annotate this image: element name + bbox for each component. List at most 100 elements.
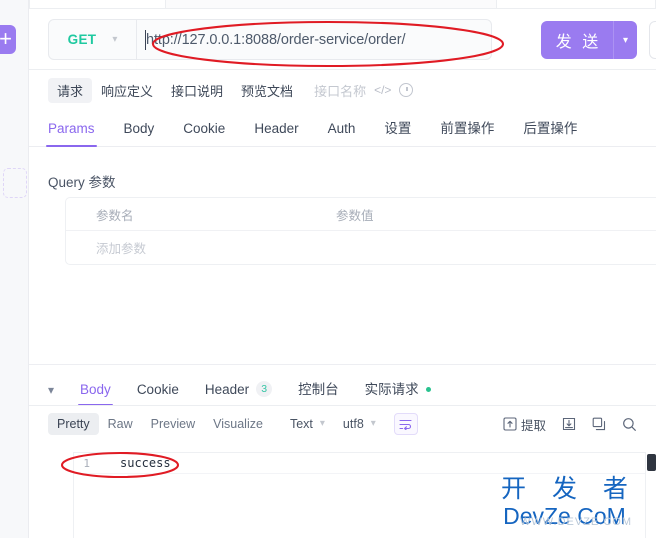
- tab-label: Auth: [328, 121, 356, 136]
- response-body-scrollbar[interactable]: [645, 452, 656, 538]
- query-params-title: Query 参数: [48, 171, 116, 191]
- response-tab-label: Header: [205, 374, 249, 405]
- response-tab-label: 实际请求: [365, 374, 419, 405]
- send-dropdown-chevron-down-icon[interactable]: ▾: [613, 21, 637, 59]
- response-tab-header[interactable]: Header 3: [205, 372, 272, 406]
- scrollbar-thumb[interactable]: [647, 454, 656, 471]
- chevron-down-icon: ▾: [112, 35, 117, 45]
- doc-tab-api-desc[interactable]: 接口说明: [162, 78, 232, 103]
- url-group: GET ▾ http://127.0.0.1:8088/order-servic…: [48, 19, 492, 60]
- tab-auth[interactable]: Auth: [328, 112, 356, 147]
- api-name-placeholder[interactable]: 接口名称: [302, 81, 366, 100]
- doc-tab-preview-doc[interactable]: 预览文档: [232, 78, 302, 103]
- api-client-window: + GET ▾ http://127.0.0.1:8088/order-serv…: [0, 0, 656, 538]
- response-tab-label: 控制台: [298, 374, 339, 405]
- line-number: 1: [74, 457, 96, 470]
- request-tabs: Params Body Cookie Header Auth 设置: [29, 112, 656, 147]
- response-tabs-underline: [29, 405, 656, 406]
- view-mode-pretty[interactable]: Pretty: [48, 413, 99, 435]
- response-tab-console[interactable]: 控制台: [298, 372, 339, 406]
- copy-icon: [592, 417, 606, 431]
- response-tab-label: Cookie: [137, 374, 179, 405]
- extract-button[interactable]: 提取: [503, 415, 546, 434]
- doc-tabs: 请求 响应定义 接口说明 预览文档 接口名称 </>: [48, 78, 413, 102]
- status-dot-icon: [426, 387, 431, 392]
- tab-label: 后置操作: [523, 121, 577, 136]
- method-label: GET: [68, 32, 97, 47]
- view-mode-raw[interactable]: Raw: [99, 413, 142, 435]
- tab-cookie[interactable]: Cookie: [183, 112, 225, 147]
- add-request-label: +: [0, 26, 12, 51]
- table-row-add-param[interactable]: 添加参数: [66, 231, 656, 264]
- response-tab-cookie[interactable]: Cookie: [137, 372, 179, 406]
- view-mode-group: Pretty Raw Preview Visualize: [48, 413, 272, 435]
- query-params-table: 参数名 参数值 添加参数: [65, 197, 656, 265]
- column-header-param-value: 参数值: [336, 205, 374, 224]
- send-button[interactable]: 发 送 ▾: [541, 21, 637, 59]
- view-mode-label: Pretty: [57, 417, 90, 431]
- format-select[interactable]: Text ▾: [290, 417, 325, 431]
- view-mode-label: Visualize: [213, 417, 263, 431]
- tab-params[interactable]: Params: [48, 112, 95, 147]
- tab-label: Header: [254, 121, 298, 136]
- doc-tab-label: 响应定义: [101, 84, 153, 99]
- doc-tab-label: 预览文档: [241, 84, 293, 99]
- tab-settings[interactable]: 设置: [384, 112, 411, 147]
- view-mode-label: Raw: [108, 417, 133, 431]
- response-panel-divider: [29, 364, 656, 365]
- save-button[interactable]: 保: [649, 21, 656, 59]
- tabstrip-segment-left[interactable]: [29, 0, 166, 8]
- window-tabstrip: [29, 0, 656, 9]
- text-caret: [145, 30, 146, 50]
- extract-icon: [503, 417, 517, 431]
- tab-label: Body: [124, 121, 155, 136]
- text-wrap-icon[interactable]: [394, 413, 418, 435]
- header-count-badge: 3: [256, 381, 272, 397]
- response-body-text: success: [96, 456, 171, 470]
- response-body-editor[interactable]: 1 success: [73, 452, 656, 538]
- encoding-select-value: utf8: [343, 417, 364, 431]
- add-request-button[interactable]: +: [0, 25, 16, 54]
- body-toolbar: Pretty Raw Preview Visualize Text ▾ utf8…: [48, 412, 418, 436]
- search-button[interactable]: [622, 417, 637, 432]
- tab-label: Params: [48, 121, 95, 136]
- doc-tab-response-def[interactable]: 响应定义: [92, 78, 162, 103]
- request-bar: GET ▾ http://127.0.0.1:8088/order-servic…: [29, 9, 656, 70]
- collapse-chevron-down-icon[interactable]: ▾: [48, 383, 54, 397]
- view-mode-preview[interactable]: Preview: [142, 413, 204, 435]
- format-select-value: Text: [290, 417, 313, 431]
- body-toolbar-actions: 提取: [503, 412, 637, 436]
- url-input[interactable]: http://127.0.0.1:8088/order-service/orde…: [137, 20, 491, 59]
- tab-body[interactable]: Body: [124, 112, 155, 147]
- code-line: 1 success: [74, 453, 656, 474]
- code-icon[interactable]: </>: [374, 83, 391, 97]
- search-icon: [622, 417, 637, 432]
- tab-pre-script[interactable]: 前置操作: [440, 112, 494, 147]
- method-selector[interactable]: GET ▾: [49, 20, 137, 59]
- main-panel: GET ▾ http://127.0.0.1:8088/order-servic…: [29, 0, 656, 538]
- response-tab-body[interactable]: Body: [80, 372, 111, 406]
- tabstrip-segment-right[interactable]: [496, 0, 656, 8]
- doc-tab-request[interactable]: 请求: [48, 78, 92, 103]
- response-tab-label: Body: [80, 374, 111, 405]
- add-param-placeholder: 添加参数: [96, 238, 336, 257]
- rail-placeholder-slot: [3, 168, 27, 198]
- copy-button[interactable]: [592, 417, 606, 431]
- tab-post-script[interactable]: 后置操作: [523, 112, 577, 147]
- chevron-down-icon: ▾: [371, 419, 376, 429]
- tab-header[interactable]: Header: [254, 112, 298, 147]
- doc-tab-label: 接口说明: [171, 84, 223, 99]
- left-rail: +: [0, 0, 29, 538]
- tab-label: 设置: [384, 121, 411, 136]
- response-tabs: ▾ Body Cookie Header 3 控制台 实际请求: [48, 372, 431, 406]
- chevron-down-icon: ▾: [320, 419, 325, 429]
- response-tab-actual-request[interactable]: 实际请求: [365, 372, 431, 406]
- view-mode-label: Preview: [151, 417, 195, 431]
- doc-tab-label: 请求: [57, 84, 83, 99]
- encoding-select[interactable]: utf8 ▾: [343, 417, 376, 431]
- download-button[interactable]: [562, 417, 576, 431]
- view-mode-visualize[interactable]: Visualize: [204, 413, 272, 435]
- clock-icon[interactable]: [399, 83, 413, 97]
- url-value: http://127.0.0.1:8088/order-service/orde…: [146, 32, 405, 48]
- tab-label: 前置操作: [440, 121, 494, 136]
